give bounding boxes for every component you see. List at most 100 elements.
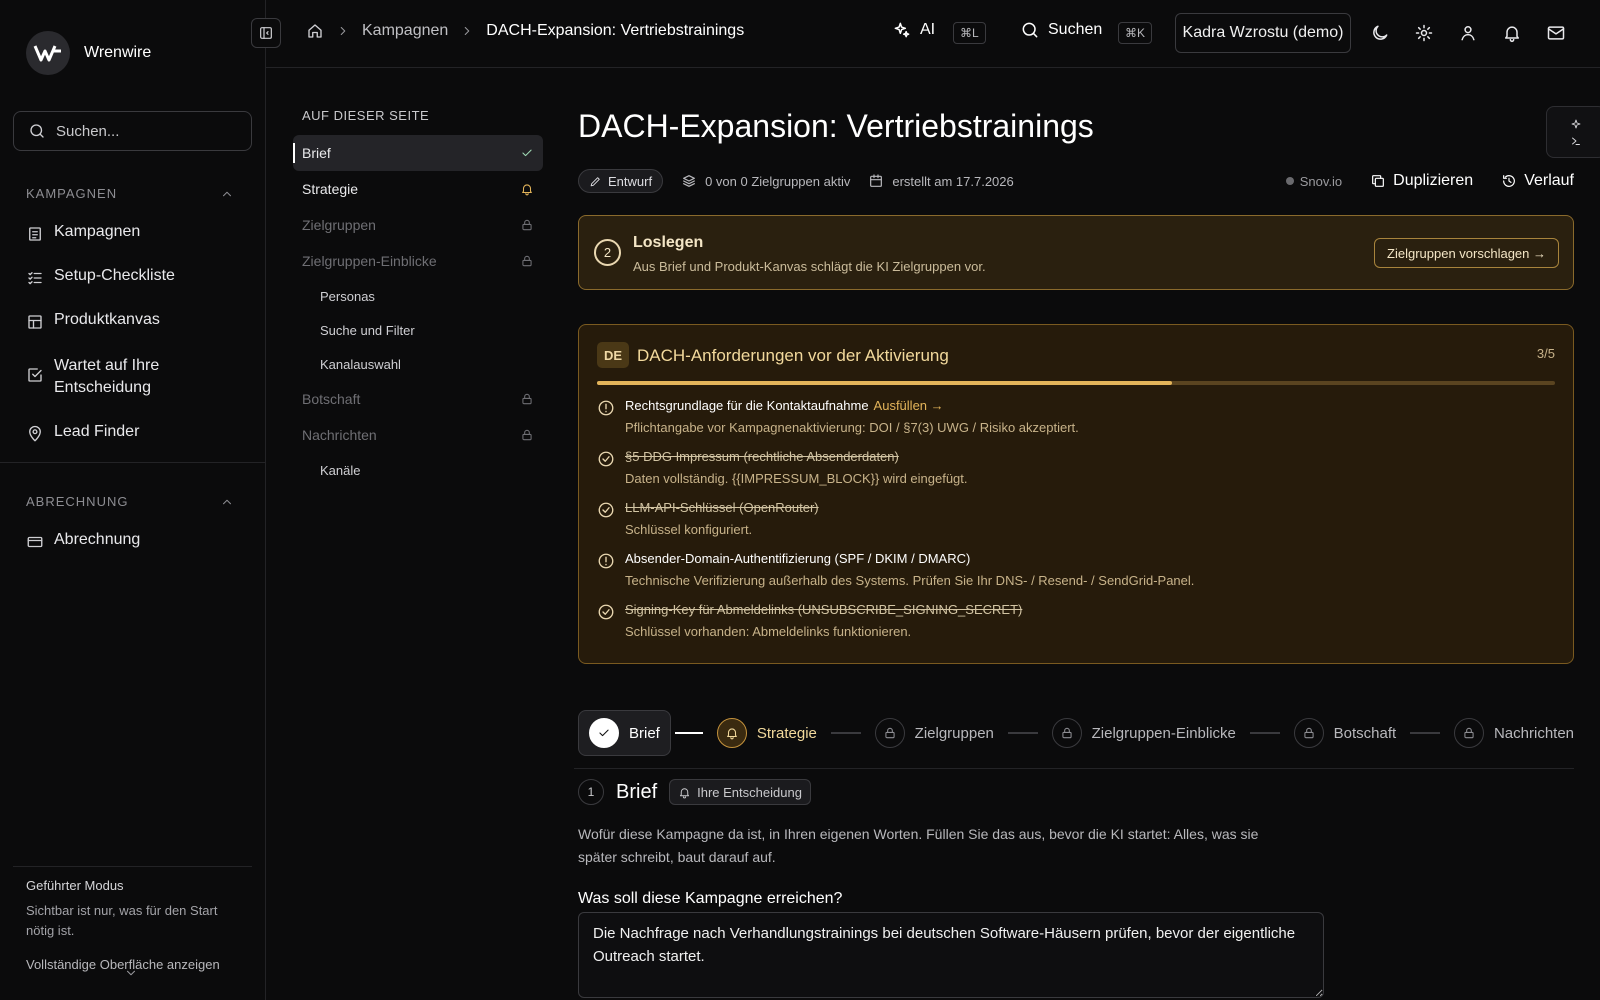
step-indicator	[1293, 718, 1324, 748]
check-circle-icon	[597, 501, 615, 519]
on-this-page-nav: AUF DIESER SEITE Brief Strategie Zielgru…	[293, 108, 543, 487]
gear-icon[interactable]	[1414, 23, 1434, 43]
lock-icon	[520, 392, 534, 406]
toc-subitem-kanaele[interactable]: Kanäle	[293, 453, 543, 487]
provider-label: Snov.io	[1299, 173, 1343, 189]
section-billing[interactable]: ABRECHNUNG	[26, 494, 234, 509]
ai-button[interactable]: AI	[892, 20, 935, 40]
status-badge[interactable]: Entwurf	[578, 169, 664, 193]
history-label: Verlauf	[1524, 172, 1574, 189]
chevron-right-icon	[460, 24, 474, 38]
breadcrumb-current: DACH-Expansion: Vertriebstrainings	[486, 22, 745, 39]
brand[interactable]: Wrenwire	[26, 31, 151, 75]
sidebar-item-label: Lead Finder	[54, 423, 140, 440]
breadcrumb: Kampagnen DACH-Expansion: Vertriebstrain…	[306, 22, 744, 40]
requirements-title: DACH-Anforderungen vor der Aktivierung	[637, 346, 949, 365]
sidebar: Wrenwire Suchen... KAMPAGNEN Kampagnen S…	[0, 0, 266, 1000]
toc-subitem-suche-und-filter[interactable]: Suche und Filter	[293, 313, 543, 347]
step-botschaft[interactable]: Botschaft	[1293, 718, 1396, 748]
step-brief[interactable]: Brief	[578, 710, 671, 756]
suggest-audiences-button[interactable]: Zielgruppen vorschlagen →	[1374, 238, 1559, 268]
lock-icon	[1060, 726, 1074, 740]
guided-mode-description: Sichtbar ist nur, was für den Start nöti…	[26, 903, 218, 938]
alert-circle-icon	[597, 552, 615, 570]
lock-icon	[1302, 726, 1316, 740]
toc-item-label: Zielgruppen-Einblicke	[302, 253, 437, 269]
sidebar-item-lead-finder[interactable]: Lead Finder	[26, 423, 246, 443]
chevron-down-icon[interactable]	[124, 966, 138, 980]
step-nachrichten[interactable]: Nachrichten	[1453, 718, 1574, 748]
fill-in-link[interactable]: Ausfüllen →	[874, 398, 944, 413]
toc-item-nachrichten[interactable]: Nachrichten	[293, 417, 543, 453]
requirement-description: Pflichtangabe vor Kampagnenaktivierung: …	[625, 420, 1079, 435]
home-icon[interactable]	[306, 22, 324, 40]
toc-item-zielgruppen[interactable]: Zielgruppen	[293, 207, 543, 243]
breadcrumb-kampagnen[interactable]: Kampagnen	[362, 22, 448, 40]
brief-description: Wofür diese Kampagne da ist, in Ihren ei…	[578, 826, 1259, 865]
step-indicator	[589, 718, 619, 748]
sidebar-item-abrechnung[interactable]: Abrechnung	[26, 531, 246, 551]
chevron-up-icon	[220, 495, 234, 509]
checklist-icon	[26, 269, 44, 287]
section-campaigns[interactable]: KAMPAGNEN	[26, 186, 234, 201]
mail-icon[interactable]	[1546, 23, 1566, 43]
sidebar-item-kampagnen[interactable]: Kampagnen	[26, 223, 246, 243]
credit-card-icon	[26, 533, 44, 551]
toc-subitem-kanalauswahl[interactable]: Kanalauswahl	[293, 347, 543, 381]
bell-icon[interactable]	[1502, 23, 1522, 43]
campaign-goal-label: Was soll diese Kampagne erreichen?	[578, 890, 843, 907]
your-decision-badge: Ihre Entscheidung	[669, 779, 811, 805]
toc-item-strategie[interactable]: Strategie	[293, 171, 543, 207]
get-started-description: Aus Brief und Produkt-Kanvas schlägt die…	[633, 259, 986, 274]
sidebar-item-wartet-auf-entscheidung[interactable]: Wartet auf Ihre Entscheidung	[26, 355, 246, 399]
toc-subitem-personas[interactable]: Personas	[293, 279, 543, 313]
workspace-selector[interactable]: Kadra Wzrostu (demo)	[1175, 13, 1351, 53]
step-zielgruppen[interactable]: Zielgruppen	[874, 718, 994, 748]
user-icon[interactable]	[1458, 23, 1478, 43]
get-started-title: Loslegen	[633, 234, 704, 251]
sidebar-item-label: Wartet auf Ihre Entscheidung	[54, 357, 160, 396]
step-label: Strategie	[756, 724, 817, 742]
requirements-progress-fill	[597, 381, 1172, 385]
layout-icon	[26, 313, 44, 331]
step-strategie[interactable]: Strategie	[716, 718, 817, 748]
step-zielgruppen-einblicke[interactable]: Zielgruppen-Einblicke	[1051, 718, 1236, 748]
sidebar-item-produktkanvas[interactable]: Produktkanvas	[26, 311, 246, 331]
guided-mode-title: Geführter Modus	[26, 878, 124, 893]
copy-icon	[1370, 173, 1386, 189]
map-pin-icon	[26, 425, 44, 443]
sidebar-item-setup-checkliste[interactable]: Setup-Checkliste	[26, 267, 246, 287]
toc-item-label: Nachrichten	[302, 427, 377, 443]
search-label: Suchen	[1048, 21, 1103, 38]
moon-icon[interactable]	[1370, 23, 1390, 43]
region-badge: DE	[597, 342, 630, 368]
requirement-title: Rechtsgrundlage für die Kontaktaufnahme A…	[625, 398, 944, 413]
search-icon	[1020, 20, 1040, 40]
check-circle-icon	[597, 603, 615, 621]
toc-item-brief[interactable]: Brief	[293, 135, 543, 171]
lock-icon	[1462, 726, 1476, 740]
assistant-panel-toggle[interactable]	[1546, 106, 1600, 158]
sparkle-icon	[1570, 118, 1582, 130]
duplicate-button[interactable]: Duplizieren	[1370, 172, 1473, 190]
toc-item-botschaft[interactable]: Botschaft	[293, 381, 543, 417]
your-decision-label: Ihre Entscheidung	[697, 784, 802, 800]
requirement-title: Absender-Domain-Authentifizierung (SPF /…	[625, 551, 971, 566]
search-button[interactable]: Suchen	[1020, 20, 1102, 40]
meta-actions: Snov.io Duplizieren Verlauf	[1285, 172, 1574, 190]
requirement-title: Signing-Key für Abmeldelinks (UNSUBSCRIB…	[625, 602, 1023, 617]
step-indicator	[874, 718, 905, 748]
bell-ring-icon	[520, 182, 534, 196]
created-date-label: erstellt am 17.7.2026	[892, 173, 1014, 189]
alert-circle-icon	[597, 399, 615, 417]
lock-icon	[520, 254, 534, 268]
status-label: Entwurf	[608, 173, 653, 189]
brief-section-title: Brief	[616, 780, 658, 803]
sidebar-item-label: Abrechnung	[54, 531, 141, 548]
campaign-goal-textarea[interactable]: Die Nachfrage nach Verhandlungstrainings…	[578, 912, 1324, 998]
sidebar-search[interactable]: Suchen...	[13, 111, 252, 151]
toc-item-zielgruppen-einblicke[interactable]: Zielgruppen-Einblicke	[293, 243, 543, 279]
history-button[interactable]: Verlauf	[1501, 172, 1574, 190]
chevron-up-icon	[220, 187, 234, 201]
list-document-icon	[26, 225, 44, 243]
